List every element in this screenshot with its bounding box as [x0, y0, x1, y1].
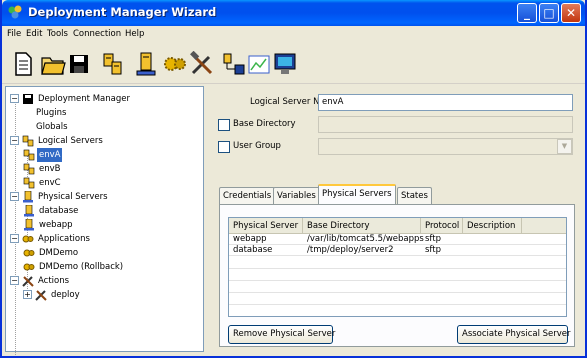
- user-group-dropdown: [318, 138, 573, 155]
- title-bar[interactable]: Deployment Manager Wizard _ □ ✕: [2, 0, 585, 26]
- tab-physical-servers[interactable]: Physical Servers: [318, 184, 396, 204]
- user-group-checkbox[interactable]: [218, 141, 230, 153]
- logical-server-icon[interactable]: [100, 51, 126, 77]
- deploy-network-icon[interactable]: [221, 51, 247, 77]
- tab-variables[interactable]: Variables: [273, 187, 320, 204]
- column-header-filler: [522, 218, 566, 234]
- empty-row: [229, 256, 566, 269]
- logical-server-name-field[interactable]: envA: [318, 94, 573, 111]
- navigation-tree[interactable]: − Deployment Manager Plugins Globals − L…: [5, 86, 204, 355]
- save-disk-icon[interactable]: [66, 51, 92, 77]
- save-disk-icon: [23, 94, 33, 104]
- physical-server-icon: [23, 191, 33, 203]
- cell-base-directory: /var/lib/tomcat5.5/webapps: [307, 234, 424, 244]
- properties-pane: Logical Server Name envA Base Directory …: [207, 86, 583, 352]
- close-button[interactable]: ✕: [561, 3, 581, 23]
- application-gears-icon: [23, 249, 35, 257]
- new-document-icon[interactable]: [10, 51, 36, 77]
- physical-server-icon: [24, 219, 34, 231]
- minimize-button[interactable]: _: [517, 3, 537, 23]
- window-title: Deployment Manager Wizard: [28, 5, 217, 19]
- base-directory-label: Base Directory: [233, 119, 296, 129]
- table-row[interactable]: database /tmp/deploy/server2 sftp: [229, 245, 566, 256]
- physical-servers-panel: Physical Server Base Directory Protocol …: [219, 204, 575, 347]
- open-folder-icon[interactable]: [40, 51, 66, 77]
- remove-physical-server-button[interactable]: Remove Physical Server: [228, 325, 335, 344]
- deployment-app-icon: [8, 5, 22, 19]
- logical-server-icon: [22, 135, 34, 147]
- user-group-label: User Group: [233, 141, 281, 151]
- menu-file[interactable]: File: [7, 29, 21, 39]
- application-gears-icon[interactable]: [162, 51, 188, 77]
- column-header-physical-server[interactable]: Physical Server: [229, 218, 303, 234]
- column-header-base-directory[interactable]: Base Directory: [303, 218, 421, 234]
- menu-help[interactable]: Help: [125, 29, 144, 39]
- empty-row: [229, 293, 566, 305]
- expand-icon[interactable]: +: [23, 290, 32, 299]
- base-directory-field: [318, 116, 573, 133]
- menu-tools[interactable]: Tools: [47, 29, 68, 39]
- column-header-description[interactable]: Description: [463, 218, 522, 234]
- collapse-icon[interactable]: −: [10, 136, 19, 145]
- maximize-button[interactable]: □: [539, 3, 559, 23]
- application-gears-icon: [22, 235, 34, 243]
- application-gears-icon: [23, 263, 35, 271]
- actions-tools-icon[interactable]: [189, 51, 215, 77]
- collapse-icon[interactable]: −: [10, 192, 19, 201]
- table-row[interactable]: webapp /var/lib/tomcat5.5/webapps sftp: [229, 234, 566, 245]
- collapse-icon[interactable]: −: [10, 94, 19, 103]
- tab-credentials[interactable]: Credentials: [219, 187, 276, 204]
- monitor-icon[interactable]: [272, 51, 298, 77]
- cell-protocol: sftp: [425, 245, 441, 255]
- column-header-protocol[interactable]: Protocol: [421, 218, 463, 234]
- menu-bar: File Edit Tools Connection Help: [2, 26, 585, 43]
- collapse-icon[interactable]: −: [10, 276, 19, 285]
- chevron-down-icon: ▼: [557, 139, 572, 154]
- collapse-icon[interactable]: −: [10, 234, 19, 243]
- cell-base-directory: /tmp/deploy/server2: [307, 245, 394, 255]
- physical-servers-table[interactable]: Physical Server Base Directory Protocol …: [228, 217, 567, 317]
- menu-edit[interactable]: Edit: [26, 29, 42, 39]
- actions-tools-icon: [22, 276, 34, 287]
- associate-physical-server-button[interactable]: Associate Physical Server: [457, 325, 571, 344]
- logical-server-icon: [23, 177, 35, 189]
- app-window: Deployment Manager Wizard _ □ ✕ File Edi…: [0, 0, 587, 358]
- physical-server-icon: [24, 205, 34, 217]
- cell-physical-server: database: [233, 245, 273, 255]
- toolbar: [2, 43, 585, 84]
- empty-row: [229, 281, 566, 293]
- empty-row: [229, 269, 566, 281]
- menu-connection[interactable]: Connection: [73, 29, 121, 39]
- chart-report-icon[interactable]: [246, 51, 272, 77]
- cell-physical-server: webapp: [233, 234, 267, 244]
- base-directory-checkbox[interactable]: [218, 119, 230, 131]
- cell-protocol: sftp: [425, 234, 441, 244]
- logical-server-icon: [23, 163, 35, 175]
- actions-tools-icon: [35, 290, 47, 301]
- physical-server-icon[interactable]: [133, 51, 159, 77]
- logical-server-icon: [23, 149, 35, 161]
- tab-states[interactable]: States: [397, 187, 432, 204]
